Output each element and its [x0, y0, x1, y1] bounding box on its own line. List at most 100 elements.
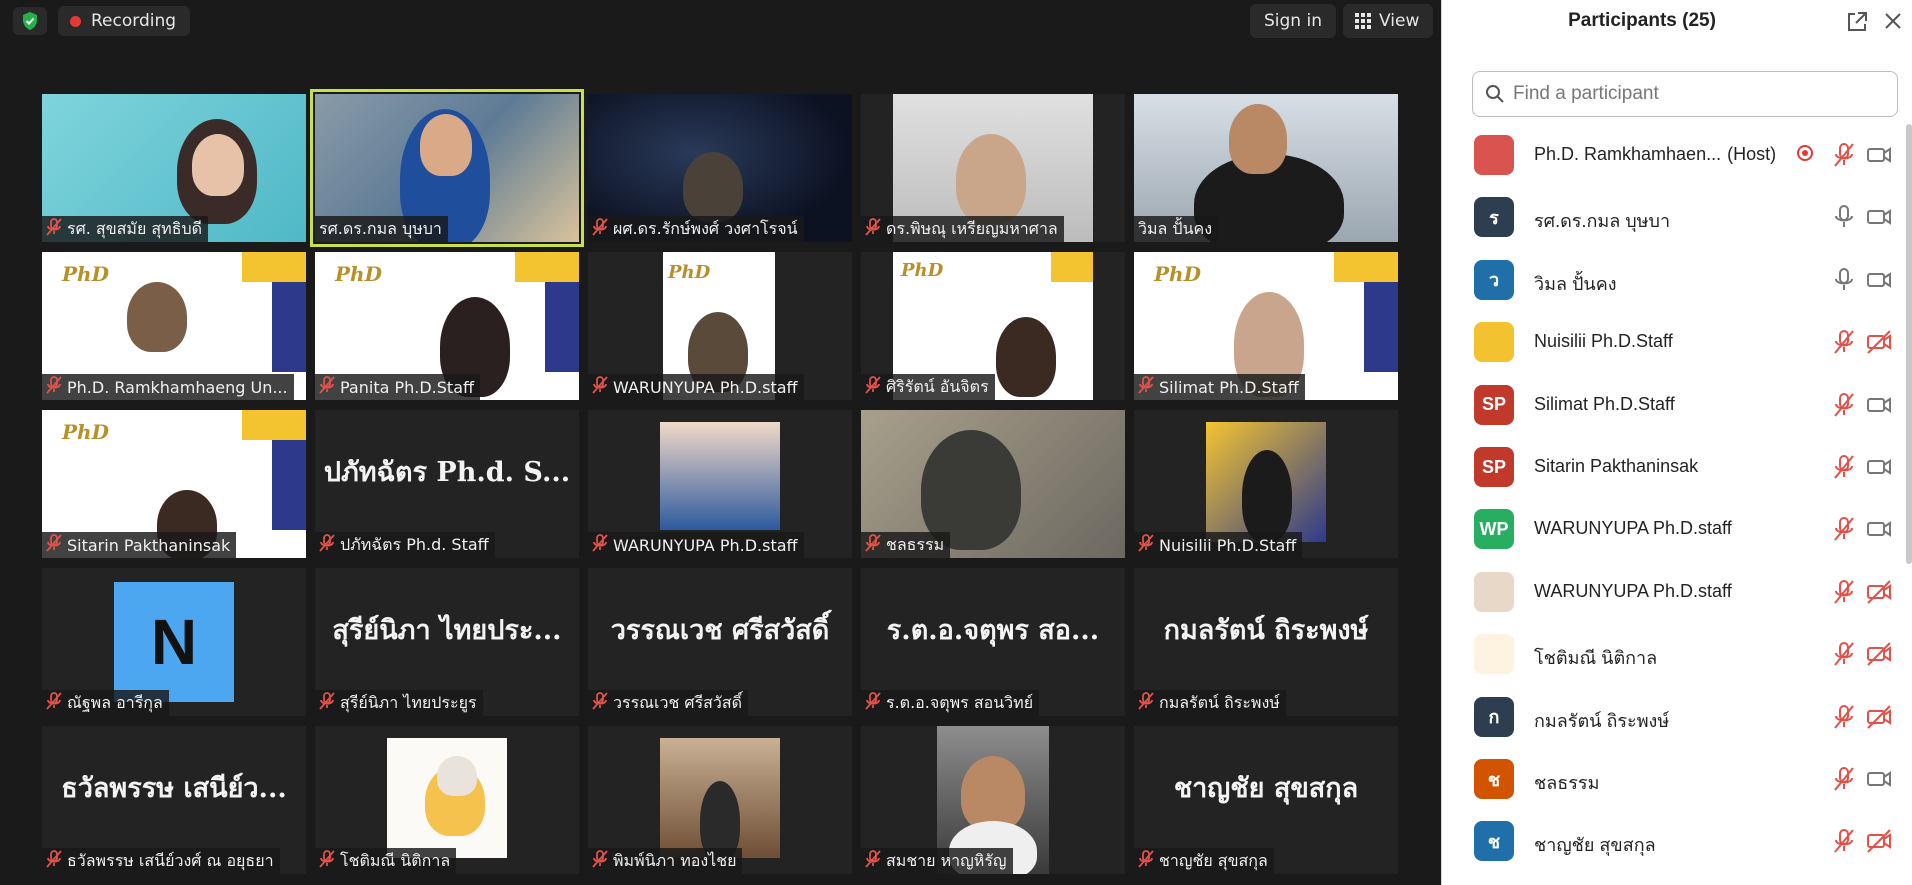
- microphone-muted-icon[interactable]: [1833, 454, 1855, 484]
- recording-icon: [1796, 144, 1814, 166]
- video-tile[interactable]: N ณัฐพล อารีกุล: [42, 568, 306, 716]
- tile-name: ร.ต.อ.จตุพร สอนวิทย์: [886, 692, 1034, 712]
- video-tile[interactable]: วรรณเวช ศรีสวัสดิ์ วรรณเวช ศรีสวัสดิ์: [588, 568, 852, 716]
- video-camera-icon[interactable]: [1866, 204, 1892, 234]
- video-camera-off-icon[interactable]: [1866, 329, 1892, 359]
- tile-name: สุรีย์นิภา ไทยประยูร: [340, 692, 477, 712]
- tile-display-name: วรรณเวช ศรีสวัสดิ์: [610, 614, 830, 646]
- participant-row[interactable]: ว วิมล ปั้นคง: [1442, 249, 1905, 311]
- video-tile[interactable]: ชลธรรม: [861, 410, 1125, 558]
- participant-name: Ph.D. Ramkhamhaen...: [1534, 144, 1722, 164]
- microphone-muted-icon[interactable]: [1833, 828, 1855, 858]
- video-camera-icon[interactable]: [1866, 516, 1892, 546]
- security-shield-icon[interactable]: [13, 7, 47, 35]
- video-tile[interactable]: PhD WARUNYUPA Ph.D.staff: [588, 252, 852, 400]
- video-tile[interactable]: ชาญชัย สุขสกุล ชาญชัย สุขสกุล: [1134, 726, 1398, 874]
- participant-name: วิมล ปั้นคง: [1534, 273, 1617, 294]
- participant-search[interactable]: [1472, 71, 1898, 117]
- microphone-muted-icon[interactable]: [1833, 516, 1855, 546]
- microphone-muted-icon[interactable]: [1833, 329, 1855, 359]
- participant-row[interactable]: ร รศ.ดร.กมล บุษบา: [1442, 186, 1905, 248]
- microphone-muted-icon[interactable]: [1833, 766, 1855, 796]
- participant-row[interactable]: WARUNYUPA Ph.D.staff: [1442, 561, 1905, 623]
- microphone-muted-icon[interactable]: [1833, 579, 1855, 609]
- video-tile[interactable]: โชติมณี นิติกาล: [315, 726, 579, 874]
- recording-indicator[interactable]: Recording: [58, 6, 191, 36]
- participant-row[interactable]: ช ชาญชัย สุขสกุล: [1442, 810, 1905, 872]
- microphone-icon[interactable]: [1833, 267, 1855, 297]
- video-tile[interactable]: พิมพ์นิภา ทองไชย: [588, 726, 852, 874]
- video-camera-icon[interactable]: [1866, 267, 1892, 297]
- mic-muted-icon: [592, 692, 608, 714]
- scrollbar[interactable]: [1906, 124, 1912, 564]
- tile-name-bar: Ph.D. Ramkhamhaeng Un...: [42, 374, 294, 400]
- participant-name: ชลธรรม: [1534, 773, 1600, 793]
- video-tile-active-speaker[interactable]: รศ.ดร.กมล บุษบา: [310, 89, 584, 247]
- tile-name-bar: ชาญชัย สุขสกุล: [1134, 848, 1274, 874]
- tile-display-name: กมลรัตน์ ถิระพงษ์: [1163, 614, 1369, 646]
- video-tile[interactable]: ปภัทฉัตร Ph.d. S... ปภัทฉัตร Ph.d. Staff: [315, 410, 579, 558]
- participant-name: รศ.ดร.กมล บุษบา: [1534, 211, 1671, 232]
- microphone-muted-icon[interactable]: [1833, 704, 1855, 734]
- microphone-muted-icon[interactable]: [1833, 641, 1855, 671]
- video-tile[interactable]: รศ. สุขสมัย สุทธิบดี: [42, 94, 306, 242]
- avatar: ก: [1474, 696, 1514, 737]
- tile-name: ศิริรัตน์ อันจิตร: [886, 376, 989, 396]
- tile-name: ธวัลพรรษ เสนีย์วงศ์ ณ อยุธยา: [67, 850, 274, 870]
- video-tile[interactable]: กมลรัตน์ ถิระพงษ์ กมลรัตน์ ถิระพงษ์: [1134, 568, 1398, 716]
- video-tile[interactable]: PhD Panita Ph.D.Staff: [315, 252, 579, 400]
- participant-name-wrap: WARUNYUPA Ph.D.staff: [1534, 518, 1732, 539]
- participant-row[interactable]: SP Sitarin Pakthaninsak: [1442, 436, 1905, 498]
- tile-name: Panita Ph.D.Staff: [340, 377, 475, 397]
- microphone-muted-icon[interactable]: [1833, 392, 1855, 422]
- video-camera-icon[interactable]: [1866, 766, 1892, 796]
- participant-row[interactable]: SP Silimat Ph.D.Staff: [1442, 374, 1905, 436]
- video-tile[interactable]: Nuisilii Ph.D.Staff: [1134, 410, 1398, 558]
- video-tile[interactable]: PhD Sitarin Pakthaninsak: [42, 410, 306, 558]
- video-camera-icon[interactable]: [1866, 454, 1892, 484]
- video-camera-off-icon[interactable]: [1866, 704, 1892, 734]
- participant-row[interactable]: WP WARUNYUPA Ph.D.staff: [1442, 498, 1905, 560]
- tile-name: วิมล ปั้นคง: [1138, 218, 1213, 238]
- microphone-muted-icon[interactable]: [1833, 142, 1855, 172]
- video-tile[interactable]: PhD ศิริรัตน์ อันจิตร: [861, 252, 1125, 400]
- video-tile[interactable]: สมชาย หาญหิรัญ: [861, 726, 1125, 874]
- video-camera-icon[interactable]: [1866, 392, 1892, 422]
- close-icon[interactable]: [1882, 10, 1904, 36]
- tile-name-bar: สุรีย์นิภา ไทยประยูร: [315, 690, 483, 716]
- video-tile[interactable]: วิมล ปั้นคง: [1134, 94, 1398, 242]
- participant-row[interactable]: โชติมณี นิติกาล: [1442, 623, 1905, 685]
- video-tile[interactable]: PhD Silimat Ph.D.Staff: [1134, 252, 1398, 400]
- tile-name-bar: ปภัทฉัตร Ph.d. Staff: [315, 532, 495, 558]
- tile-name-bar: WARUNYUPA Ph.D.staff: [588, 374, 804, 400]
- mic-muted-icon: [46, 376, 62, 398]
- video-camera-icon[interactable]: [1866, 142, 1892, 172]
- video-tile[interactable]: สุรีย์นิภา ไทยประ... สุรีย์นิภา ไทยประยู…: [315, 568, 579, 716]
- participant-row[interactable]: Ph.D. Ramkhamhaen... (Host): [1442, 124, 1905, 186]
- participants-title: Participants (25): [1568, 10, 1716, 31]
- view-button[interactable]: View: [1343, 4, 1434, 38]
- video-tile[interactable]: ธวัลพรรษ เสนีย์ว... ธวัลพรรษ เสนีย์วงศ์ …: [42, 726, 306, 874]
- tile-avatar-letter: N: [114, 582, 234, 702]
- mic-muted-icon: [319, 376, 335, 398]
- avatar: [1474, 634, 1514, 675]
- video-camera-off-icon[interactable]: [1866, 579, 1892, 609]
- pop-out-icon[interactable]: [1845, 10, 1869, 38]
- video-tile[interactable]: ดร.พิษณุ เหรียญมหาศาล: [861, 94, 1125, 242]
- participant-row[interactable]: ช ชลธรรม: [1442, 748, 1905, 810]
- participant-row[interactable]: Nuisilii Ph.D.Staff: [1442, 311, 1905, 373]
- video-camera-off-icon[interactable]: [1866, 641, 1892, 671]
- search-input[interactable]: [1513, 83, 1883, 105]
- mic-muted-icon: [592, 218, 608, 240]
- video-tile[interactable]: ผศ.ดร.รักษ์พงศ์ วงศาโรจน์: [588, 94, 852, 242]
- tile-name: Nuisilii Ph.D.Staff: [1159, 535, 1297, 555]
- microphone-icon[interactable]: [1833, 204, 1855, 234]
- video-tile[interactable]: ร.ต.อ.จตุพร สอ... ร.ต.อ.จตุพร สอนวิทย์: [861, 568, 1125, 716]
- video-tile[interactable]: PhD Ph.D. Ramkhamhaeng Un...: [42, 252, 306, 400]
- tile-name: รศ.ดร.กมล บุษบา: [319, 218, 442, 238]
- tile-name: Sitarin Pakthaninsak: [67, 535, 231, 555]
- participant-row[interactable]: ก กมลรัตน์ ถิระพงษ์: [1442, 686, 1905, 748]
- video-camera-off-icon[interactable]: [1866, 828, 1892, 858]
- video-tile[interactable]: WARUNYUPA Ph.D.staff: [588, 410, 852, 558]
- sign-in-button[interactable]: Sign in: [1250, 4, 1336, 38]
